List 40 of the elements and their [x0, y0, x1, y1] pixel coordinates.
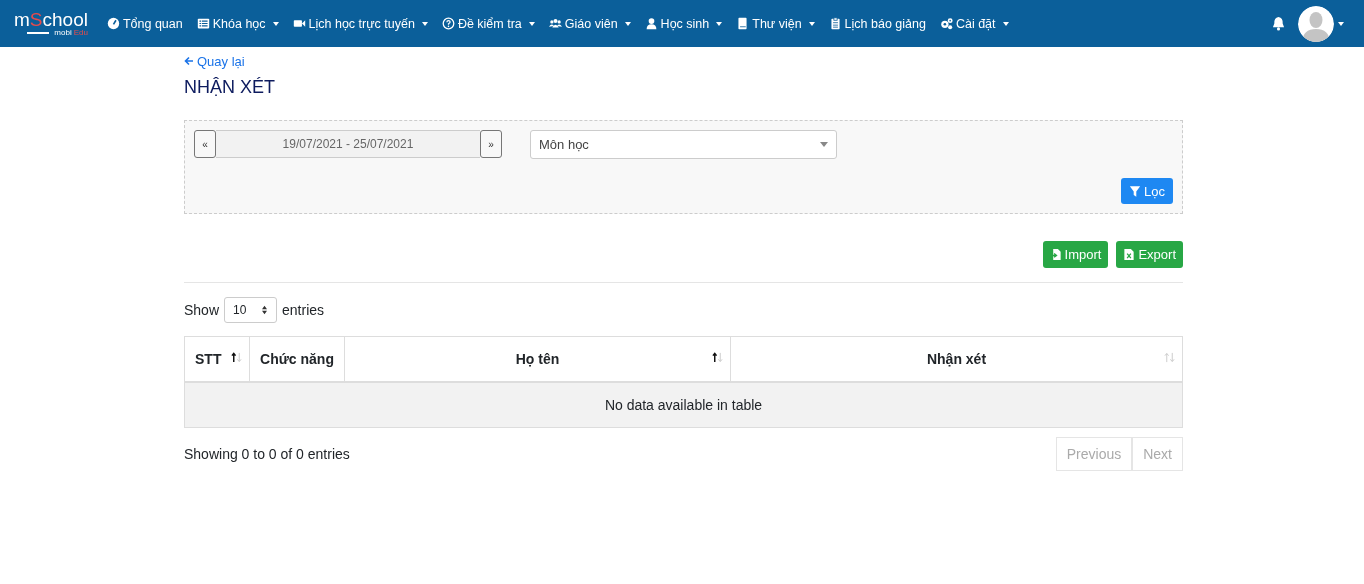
- question-icon: [441, 17, 455, 30]
- previous-week-button[interactable]: «: [194, 130, 216, 158]
- entries-select[interactable]: 10: [224, 297, 278, 323]
- arrow-left-icon: [184, 56, 194, 66]
- show-label: Show: [184, 302, 220, 318]
- page-title: NHẬN XÉT: [184, 77, 276, 98]
- nav-menu-item[interactable]: Khóa học: [196, 16, 279, 31]
- book-icon: [736, 17, 750, 30]
- sort-icon[interactable]: [231, 352, 242, 363]
- date-range-field[interactable]: 19/07/2021 - 25/07/2021: [216, 130, 480, 158]
- nav-menu-item[interactable]: Cài đặt: [939, 16, 1009, 31]
- bell-icon[interactable]: [1272, 16, 1285, 31]
- users-icon: [548, 17, 562, 30]
- back-link[interactable]: Quay lại: [184, 53, 245, 69]
- nav-menu-item[interactable]: Học sinh: [644, 16, 723, 31]
- nav-menu-item[interactable]: Tổng quan: [106, 16, 183, 31]
- user-avatar[interactable]: [1298, 5, 1334, 42]
- up-down-icon: [261, 305, 269, 315]
- gears-icon: [939, 17, 953, 30]
- entries-label: entries: [282, 302, 325, 318]
- video-icon: [292, 17, 306, 30]
- clipboard-icon: [828, 17, 842, 30]
- user-icon: [644, 17, 658, 30]
- next-week-button[interactable]: »: [480, 130, 502, 158]
- filter-icon: [1129, 184, 1142, 198]
- subject-select[interactable]: Môn học: [530, 130, 837, 159]
- nav-menu-item[interactable]: Đề kiểm tra: [441, 16, 535, 31]
- caret-icon[interactable]: [1338, 21, 1344, 26]
- spreadsheet-file-icon: [1123, 248, 1136, 261]
- logo[interactable]: mSchool mobi Edu: [14, 10, 88, 37]
- sort-icon[interactable]: [712, 352, 723, 363]
- list-icon: [196, 17, 210, 30]
- nav-menu-item[interactable]: Giáo viên: [548, 16, 631, 31]
- table-info: Showing 0 to 0 of 0 entries: [184, 446, 350, 462]
- gauge-icon: [106, 17, 120, 30]
- empty-table-message: No data available in table: [184, 382, 1183, 428]
- nav-menu-item[interactable]: Lịch học trực tuyến: [292, 16, 428, 31]
- filter-button[interactable]: Lọc: [1121, 178, 1173, 204]
- nav-menu-item[interactable]: Lịch báo giảng: [828, 16, 926, 31]
- nav-menu-item[interactable]: Thư viện: [736, 16, 815, 31]
